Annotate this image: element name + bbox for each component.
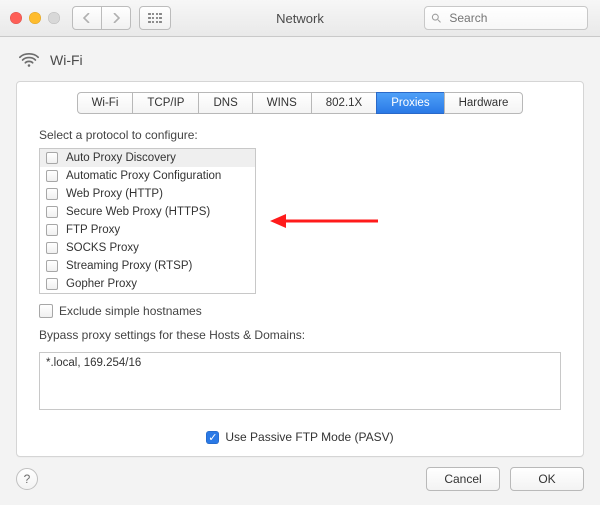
proxies-pane: Select a protocol to configure: Auto Pro… (17, 114, 583, 444)
tab-label: Hardware (459, 97, 509, 109)
protocol-label: FTP Proxy (66, 224, 120, 236)
chevron-left-icon (83, 13, 91, 23)
protocol-row[interactable]: Auto Proxy Discovery (40, 149, 255, 167)
panel-title: Wi-Fi (50, 52, 83, 68)
back-button[interactable] (72, 6, 102, 30)
protocol-list[interactable]: Auto Proxy Discovery Automatic Proxy Con… (39, 148, 256, 294)
ok-button[interactable]: OK (510, 467, 584, 491)
forward-button[interactable] (101, 6, 131, 30)
bypass-textarea[interactable]: *.local, 169.254/16 (39, 352, 561, 410)
protocol-checkbox[interactable] (46, 188, 58, 200)
pasv-checkbox[interactable]: ✓ (206, 431, 219, 444)
titlebar: Network (0, 0, 600, 37)
protocol-list-row: Auto Proxy Discovery Automatic Proxy Con… (39, 148, 561, 294)
nav-back-forward (72, 6, 131, 30)
minimize-icon[interactable] (29, 12, 41, 24)
protocol-checkbox[interactable] (46, 170, 58, 182)
tab-proxies[interactable]: Proxies (376, 92, 444, 114)
protocol-label: Automatic Proxy Configuration (66, 170, 221, 182)
protocol-checkbox[interactable] (46, 242, 58, 254)
panel-header: Wi-Fi (16, 47, 584, 81)
window-body: Wi-Fi Wi-Fi TCP/IP DNS WINS 802.1X Proxi… (0, 37, 600, 505)
tab-label: TCP/IP (147, 97, 184, 109)
protocol-row[interactable]: Automatic Proxy Configuration (40, 167, 255, 185)
footer: ? Cancel OK (16, 467, 584, 491)
tab-dns[interactable]: DNS (198, 92, 252, 114)
tab-label: WINS (267, 97, 297, 109)
bypass-value: *.local, 169.254/16 (46, 357, 141, 369)
pasv-label: Use Passive FTP Mode (PASV) (225, 430, 393, 444)
tab-label: 802.1X (326, 97, 362, 109)
exclude-hostnames-row[interactable]: Exclude simple hostnames (39, 304, 561, 318)
protocol-label: Streaming Proxy (RTSP) (66, 260, 192, 272)
search-input[interactable] (447, 10, 581, 26)
protocol-row[interactable]: Secure Web Proxy (HTTPS) (40, 203, 255, 221)
tabbar: Wi-Fi TCP/IP DNS WINS 802.1X Proxies Har… (17, 92, 583, 114)
prefs-window: Network Wi-Fi Wi-Fi TCP/IP DNS WINS 802.… (0, 0, 600, 505)
button-label: OK (538, 472, 555, 486)
tab-8021x[interactable]: 802.1X (311, 92, 377, 114)
tab-label: Proxies (391, 97, 429, 109)
tab-label: DNS (213, 97, 237, 109)
protocol-label: Gopher Proxy (66, 278, 137, 290)
wifi-icon (18, 49, 40, 71)
content-panel: Wi-Fi TCP/IP DNS WINS 802.1X Proxies Har… (16, 81, 584, 457)
tab-wifi[interactable]: Wi-Fi (77, 92, 134, 114)
cancel-button[interactable]: Cancel (426, 467, 500, 491)
protocol-checkbox[interactable] (46, 224, 58, 236)
pasv-row[interactable]: ✓ Use Passive FTP Mode (PASV) (39, 430, 561, 444)
grid-icon (148, 13, 162, 23)
search-field[interactable] (424, 6, 588, 30)
protocol-row[interactable]: Streaming Proxy (RTSP) (40, 257, 255, 275)
protocol-row[interactable]: FTP Proxy (40, 221, 255, 239)
chevron-right-icon (112, 13, 120, 23)
help-icon: ? (24, 472, 31, 486)
protocol-label: Web Proxy (HTTP) (66, 188, 163, 200)
protocol-row[interactable]: Gopher Proxy (40, 275, 255, 293)
protocol-label: Auto Proxy Discovery (66, 152, 176, 164)
close-icon[interactable] (10, 12, 22, 24)
protocol-row[interactable]: SOCKS Proxy (40, 239, 255, 257)
tab-wins[interactable]: WINS (252, 92, 312, 114)
tab-hardware[interactable]: Hardware (444, 92, 524, 114)
exclude-checkbox[interactable] (39, 304, 53, 318)
annotation-arrow-icon (270, 209, 380, 233)
protocol-checkbox[interactable] (46, 260, 58, 272)
protocol-checkbox[interactable] (46, 206, 58, 218)
protocol-label: SOCKS Proxy (66, 242, 139, 254)
protocol-label: Secure Web Proxy (HTTPS) (66, 206, 210, 218)
bypass-label: Bypass proxy settings for these Hosts & … (39, 328, 561, 342)
exclude-label: Exclude simple hostnames (59, 304, 202, 318)
search-icon (431, 12, 441, 24)
tab-label: Wi-Fi (92, 97, 119, 109)
button-label: Cancel (444, 472, 481, 486)
protocol-checkbox[interactable] (46, 278, 58, 290)
tab-tcpip[interactable]: TCP/IP (132, 92, 199, 114)
protocol-row[interactable]: Web Proxy (HTTP) (40, 185, 255, 203)
window-controls (0, 12, 60, 24)
show-all-button[interactable] (139, 6, 171, 30)
zoom-icon (48, 12, 60, 24)
help-button[interactable]: ? (16, 468, 38, 490)
select-protocol-label: Select a protocol to configure: (39, 128, 561, 142)
protocol-checkbox[interactable] (46, 152, 58, 164)
